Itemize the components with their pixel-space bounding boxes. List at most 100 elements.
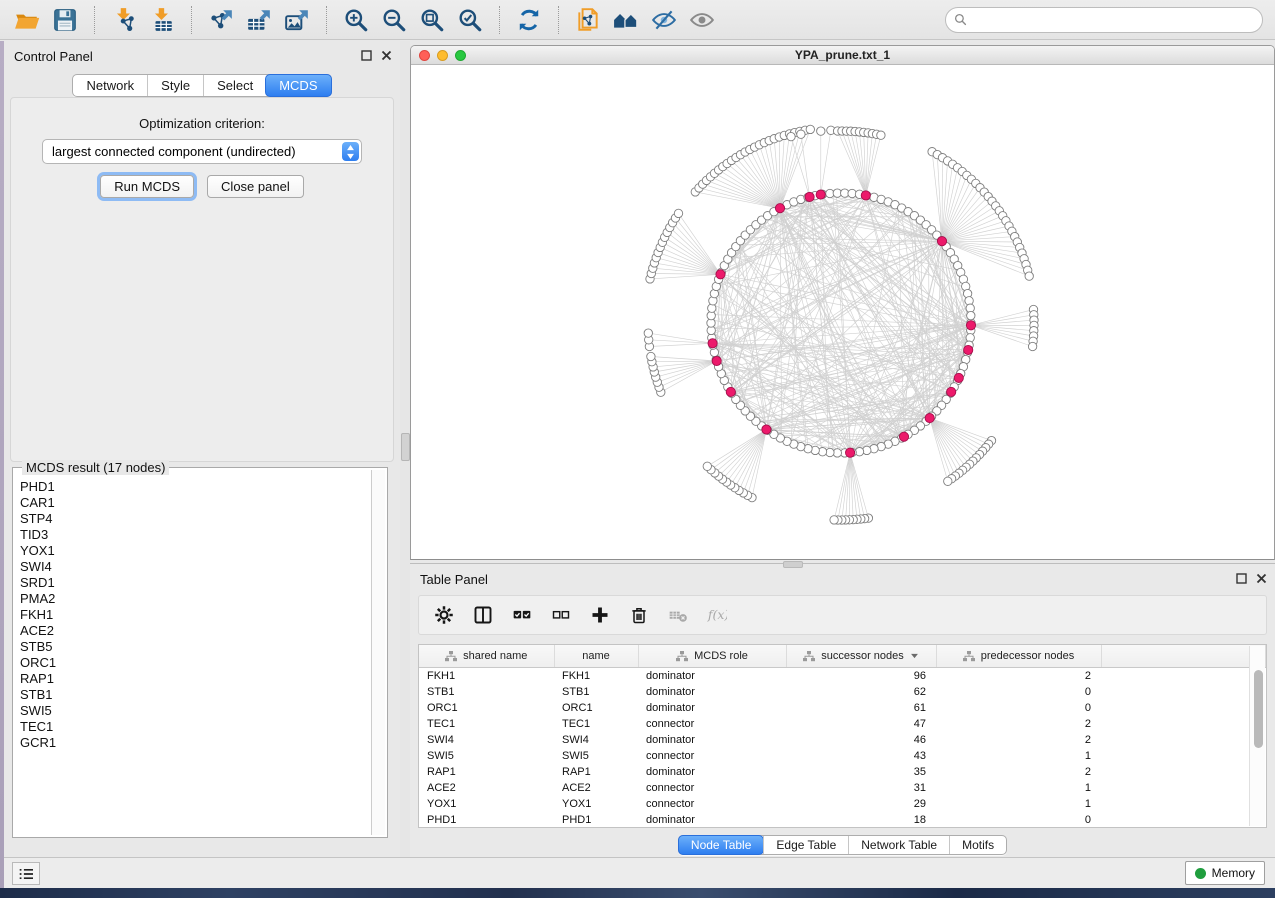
first-neighbors-icon[interactable]	[611, 5, 641, 35]
close-table-panel-icon[interactable]	[1255, 572, 1267, 584]
cell-shared-name[interactable]: FKH1	[419, 668, 554, 685]
cell-predecessor-nodes[interactable]: 0	[936, 684, 1101, 700]
cell-successor-nodes[interactable]: 96	[786, 668, 936, 685]
close-panel-icon[interactable]	[380, 49, 392, 61]
table-row[interactable]: YOX1YOX1connector291	[419, 796, 1266, 812]
cell-successor-nodes[interactable]: 43	[786, 748, 936, 764]
result-node-item[interactable]: CAR1	[16, 495, 371, 511]
cell-MCDS-role[interactable]: connector	[638, 716, 786, 732]
result-node-item[interactable]: FKH1	[16, 607, 371, 623]
result-node-item[interactable]: TEC1	[16, 719, 371, 735]
result-node-item[interactable]: PMA2	[16, 591, 371, 607]
result-node-item[interactable]: SWI4	[16, 559, 371, 575]
run-mcds-button[interactable]: Run MCDS	[100, 175, 194, 198]
delete-rows-icon[interactable]	[628, 604, 650, 626]
cell-successor-nodes[interactable]: 18	[786, 812, 936, 828]
cell-predecessor-nodes[interactable]: 2	[936, 668, 1101, 685]
table-row[interactable]: ACE2ACE2connector311	[419, 780, 1266, 796]
cell-shared-name[interactable]: SWI4	[419, 732, 554, 748]
export-table-icon[interactable]	[244, 5, 274, 35]
table-scrollbar-thumb[interactable]	[1254, 670, 1263, 748]
cell-successor-nodes[interactable]: 29	[786, 796, 936, 812]
table-scrollbar[interactable]	[1249, 646, 1265, 826]
network-graph[interactable]	[411, 65, 1274, 559]
cell-shared-name[interactable]: SWI5	[419, 748, 554, 764]
tab-network-table[interactable]: Network Table	[848, 836, 949, 854]
result-node-item[interactable]: RAP1	[16, 671, 371, 687]
result-node-item[interactable]: ACE2	[16, 623, 371, 639]
table-row[interactable]: SWI4SWI4dominator462	[419, 732, 1266, 748]
table-row[interactable]: RAP1RAP1dominator352	[419, 764, 1266, 780]
cell-predecessor-nodes[interactable]: 0	[936, 812, 1101, 828]
result-scrollbar[interactable]	[371, 470, 385, 835]
result-node-item[interactable]: STB1	[16, 687, 371, 703]
open-session-icon[interactable]	[12, 5, 42, 35]
refresh-icon[interactable]	[514, 5, 544, 35]
cell-name[interactable]: ORC1	[554, 700, 638, 716]
zoom-out-icon[interactable]	[379, 5, 409, 35]
cell-shared-name[interactable]: ACE2	[419, 780, 554, 796]
tab-motifs[interactable]: Motifs	[949, 836, 1006, 854]
cell-successor-nodes[interactable]: 62	[786, 684, 936, 700]
tab-network[interactable]: Network	[73, 75, 147, 96]
tab-node-table[interactable]: Node Table	[678, 835, 765, 855]
cell-MCDS-role[interactable]: dominator	[638, 700, 786, 716]
table-row[interactable]: STB1STB1dominator620	[419, 684, 1266, 700]
result-node-item[interactable]: TID3	[16, 527, 371, 543]
result-node-item[interactable]: ORC1	[16, 655, 371, 671]
memory-button[interactable]: Memory	[1185, 861, 1265, 885]
export-image-icon[interactable]	[282, 5, 312, 35]
select-all-icon[interactable]	[511, 604, 533, 626]
table-row[interactable]: TEC1TEC1connector472	[419, 716, 1266, 732]
cell-name[interactable]: SWI5	[554, 748, 638, 764]
cell-name[interactable]: TEC1	[554, 716, 638, 732]
cell-shared-name[interactable]: PHD1	[419, 812, 554, 828]
share-document-icon[interactable]	[573, 5, 603, 35]
result-node-item[interactable]: STB5	[16, 639, 371, 655]
table-columns-icon[interactable]	[472, 604, 494, 626]
cell-successor-nodes[interactable]: 46	[786, 732, 936, 748]
cell-name[interactable]: YOX1	[554, 796, 638, 812]
cell-MCDS-role[interactable]: dominator	[638, 732, 786, 748]
cell-shared-name[interactable]: TEC1	[419, 716, 554, 732]
cell-shared-name[interactable]: YOX1	[419, 796, 554, 812]
cell-predecessor-nodes[interactable]: 1	[936, 796, 1101, 812]
float-table-panel-icon[interactable]	[1235, 572, 1247, 584]
search-input[interactable]	[973, 12, 1254, 28]
import-table-icon[interactable]	[147, 5, 177, 35]
mcds-result-list[interactable]: PHD1CAR1STP4TID3YOX1SWI4SRD1PMA2FKH1ACE2…	[16, 471, 371, 834]
column-header-successor-nodes[interactable]: successor nodes	[786, 645, 936, 668]
tab-edge-table[interactable]: Edge Table	[763, 836, 848, 854]
column-header-name[interactable]: name	[554, 645, 638, 668]
tab-style[interactable]: Style	[147, 75, 203, 96]
column-header-MCDS-role[interactable]: MCDS role	[638, 645, 786, 668]
result-node-item[interactable]: STP4	[16, 511, 371, 527]
cell-MCDS-role[interactable]: dominator	[638, 812, 786, 828]
zoom-selected-icon[interactable]	[455, 5, 485, 35]
cell-MCDS-role[interactable]: connector	[638, 780, 786, 796]
cell-predecessor-nodes[interactable]: 2	[936, 732, 1101, 748]
cell-shared-name[interactable]: RAP1	[419, 764, 554, 780]
cell-name[interactable]: FKH1	[554, 668, 638, 685]
add-row-icon[interactable]	[589, 604, 611, 626]
import-network-icon[interactable]	[109, 5, 139, 35]
cell-successor-nodes[interactable]: 61	[786, 700, 936, 716]
cell-MCDS-role[interactable]: dominator	[638, 764, 786, 780]
show-all-icon[interactable]	[687, 5, 717, 35]
cell-shared-name[interactable]: ORC1	[419, 700, 554, 716]
result-node-item[interactable]: GCR1	[16, 735, 371, 751]
cell-name[interactable]: STB1	[554, 684, 638, 700]
cell-name[interactable]: RAP1	[554, 764, 638, 780]
zoom-fit-icon[interactable]	[417, 5, 447, 35]
cell-name[interactable]: PHD1	[554, 812, 638, 828]
save-session-icon[interactable]	[50, 5, 80, 35]
export-network-icon[interactable]	[206, 5, 236, 35]
cell-MCDS-role[interactable]: dominator	[638, 684, 786, 700]
divider-handle[interactable]	[401, 433, 410, 461]
cell-successor-nodes[interactable]: 47	[786, 716, 936, 732]
result-node-item[interactable]: YOX1	[16, 543, 371, 559]
table-row[interactable]: SWI5SWI5connector431	[419, 748, 1266, 764]
zoom-in-icon[interactable]	[341, 5, 371, 35]
cell-successor-nodes[interactable]: 35	[786, 764, 936, 780]
network-window-titlebar[interactable]: YPA_prune.txt_1	[411, 46, 1274, 65]
